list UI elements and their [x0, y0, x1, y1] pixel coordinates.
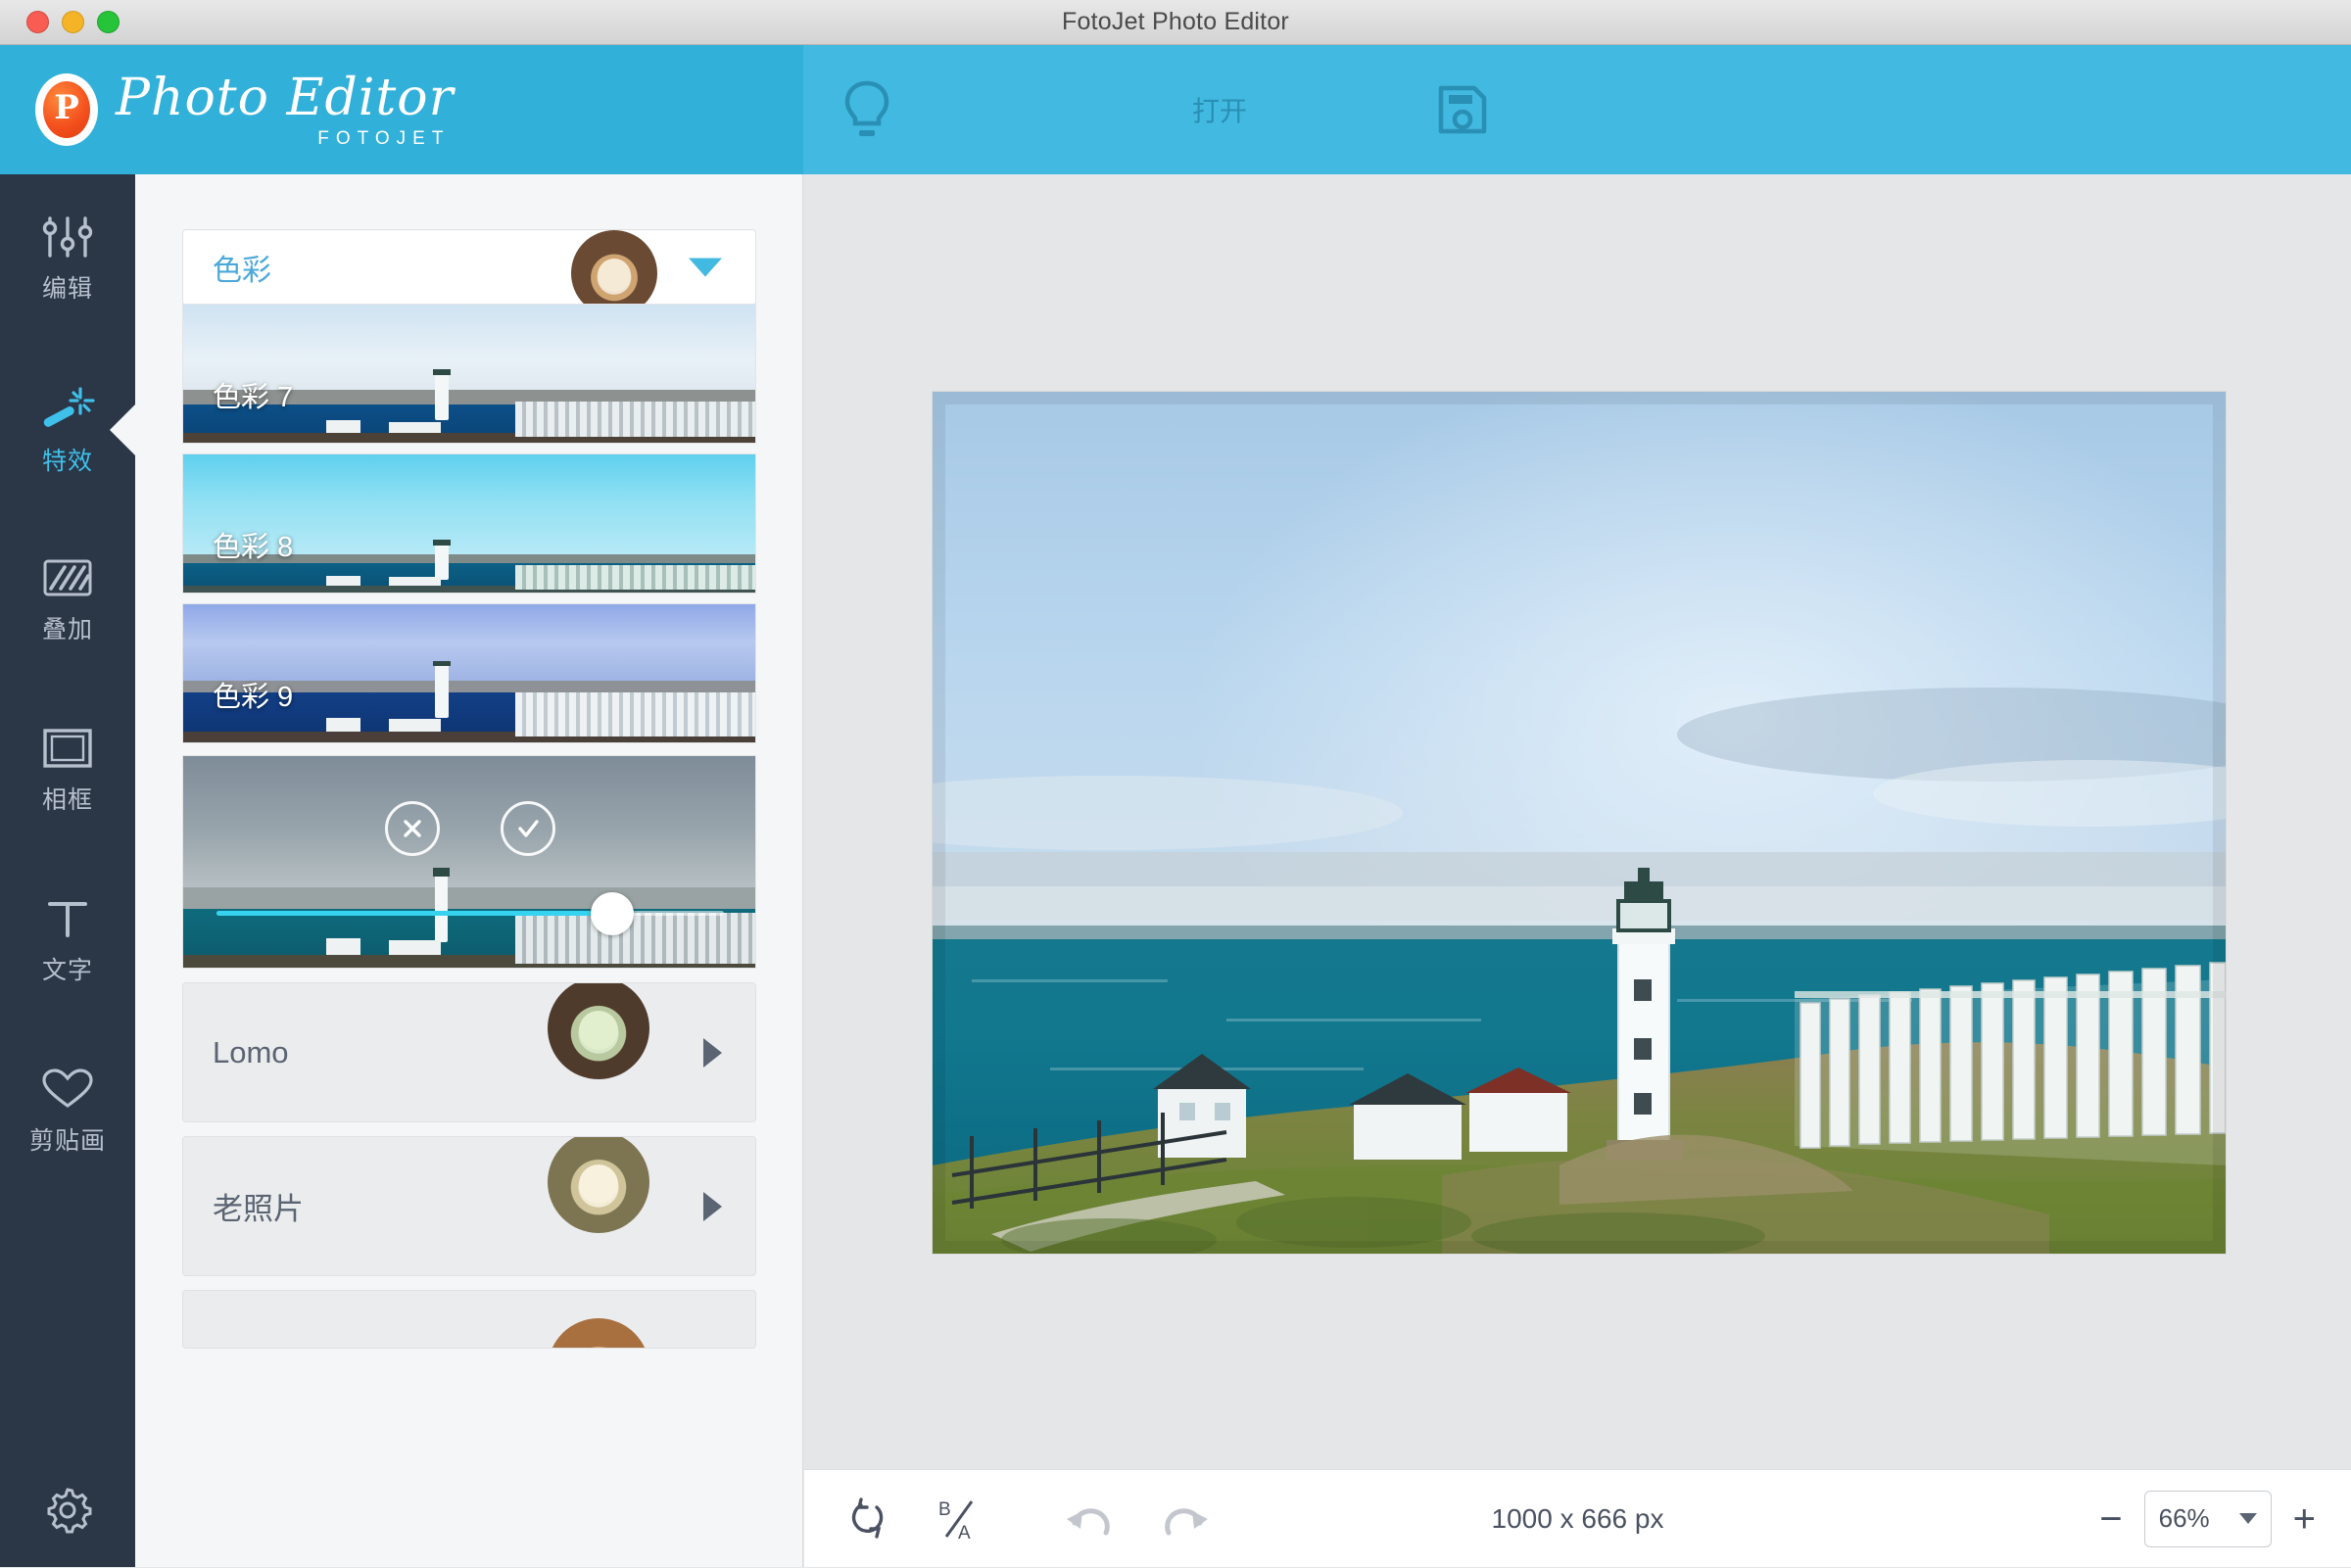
check-icon: [518, 820, 539, 837]
coffee-thumb-icon: [548, 983, 649, 1079]
magic-wand-icon: [43, 387, 95, 427]
filter-strength-slider[interactable]: [216, 892, 724, 935]
window-title: FotoJet Photo Editor: [1062, 8, 1289, 35]
sidebar-item-label: 叠加: [41, 616, 93, 643]
brand-name: Photo Editor: [116, 68, 455, 127]
gear-icon: [47, 1488, 92, 1534]
floppy-disk-icon: [1438, 85, 1487, 134]
sidebar-item-overlay[interactable]: 叠加: [0, 515, 135, 686]
canvas-workspace[interactable]: [804, 174, 2351, 1469]
top-toolbar: 打开: [803, 45, 2351, 174]
zoom-level-value: 66%: [2158, 1503, 2210, 1533]
sidebar-item-label: 相框: [41, 786, 93, 814]
category-name: 色彩: [213, 255, 271, 287]
category-name: 老照片: [213, 1192, 304, 1226]
cancel-filter-button[interactable]: [385, 801, 440, 856]
brand-subtitle: FOTOJET: [317, 127, 451, 149]
category-header-color[interactable]: 色彩: [182, 229, 756, 316]
filter-name: 色彩 7: [213, 382, 294, 413]
lighthouse-coastal-photo: [933, 392, 2226, 1254]
app-logo[interactable]: P Photo Editor FOTOJET: [35, 72, 454, 148]
frame-icon: [43, 729, 92, 768]
filter-adjust-card: [182, 755, 756, 969]
zoom-level-select[interactable]: 66%: [2143, 1490, 2272, 1547]
zoom-controls: − 66% +: [2099, 1490, 2316, 1547]
active-tab-indicator: [110, 404, 135, 455]
category-name: Lomo: [213, 1034, 289, 1069]
slider-fill: [216, 911, 613, 916]
play-arrow-icon: [703, 1191, 722, 1221]
sidebar-item-label: 文字: [41, 957, 93, 984]
filter-thumbnail[interactable]: 色彩 8: [182, 453, 756, 594]
sidebar-item-label: 编辑: [41, 275, 93, 303]
filter-name: 色彩 9: [213, 682, 294, 713]
sliders-icon: [42, 216, 93, 258]
chevron-down-icon: [689, 258, 722, 277]
coffee-thumb-icon: [548, 1137, 649, 1233]
diagonal-stripes-icon: [43, 559, 92, 596]
filter-preview-image: [183, 756, 755, 968]
close-x-icon: [404, 820, 421, 837]
filter-thumbnail[interactable]: 色彩 7: [182, 304, 756, 444]
category-row-oldphoto[interactable]: 老照片: [182, 1136, 756, 1276]
tips-button[interactable]: [803, 45, 931, 174]
zoom-in-button[interactable]: +: [2293, 1499, 2316, 1539]
sidebar-item-text[interactable]: 文字: [0, 856, 135, 1026]
category-row-lomo[interactable]: Lomo: [182, 982, 756, 1122]
save-button[interactable]: [1389, 45, 1536, 174]
play-arrow-icon: [703, 1037, 722, 1068]
effects-panel: 色彩 色彩 7 色彩 8 色彩 9 Lomo 老照片: [135, 174, 803, 1567]
window-titlebar: FotoJet Photo Editor: [0, 0, 2351, 45]
text-t-icon: [48, 902, 87, 937]
zoom-out-button[interactable]: −: [2099, 1499, 2122, 1539]
edited-photo[interactable]: [933, 392, 2226, 1254]
p-logo-icon: P: [35, 73, 98, 146]
filter-thumbnail[interactable]: 色彩 9: [182, 603, 756, 743]
open-label: 打开: [1191, 96, 1247, 126]
settings-button[interactable]: [0, 1483, 135, 1538]
sidebar-item-effects[interactable]: 特效: [0, 345, 135, 515]
sidebar-item-label: 剪贴画: [28, 1127, 106, 1155]
sidebar-item-label: 特效: [41, 448, 93, 475]
category-row-partial[interactable]: [182, 1290, 756, 1349]
bottom-toolbar: B A 1000 x 666 px − 66% +: [804, 1469, 2351, 1567]
heart-icon: [42, 1069, 93, 1108]
chevron-down-icon: [2238, 1513, 2257, 1524]
sidebar-item-edit[interactable]: 编辑: [0, 174, 135, 345]
left-sidebar: 编辑 特效 叠加 相框 文字 剪贴画: [0, 174, 135, 1567]
filter-name: 色彩 8: [213, 532, 294, 563]
brand-bar: P Photo Editor FOTOJET: [0, 45, 803, 174]
sidebar-item-clipart[interactable]: 剪贴画: [0, 1026, 135, 1197]
coffee-thumb-icon: [548, 1318, 649, 1348]
lightbulb-icon: [844, 80, 889, 136]
slider-knob[interactable]: [591, 892, 635, 935]
confirm-filter-button[interactable]: [501, 801, 555, 856]
sidebar-item-frame[interactable]: 相框: [0, 686, 135, 856]
open-button[interactable]: 打开: [1107, 45, 1332, 174]
